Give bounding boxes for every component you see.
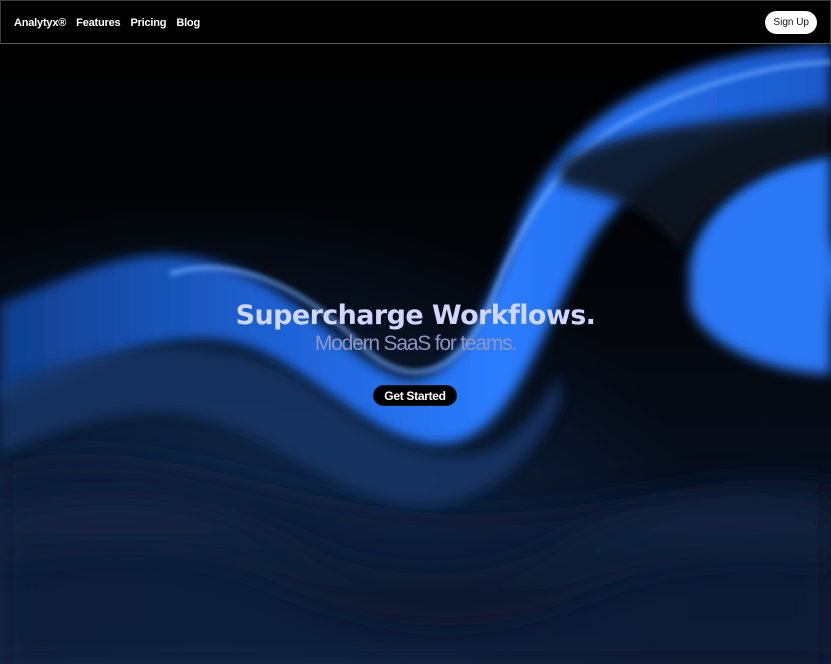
- nav-link-pricing[interactable]: Pricing: [130, 17, 166, 29]
- nav-left-group: Analytyx® Features Pricing Blog: [14, 1, 200, 44]
- top-navbar: Analytyx® Features Pricing Blog Sign Up: [0, 0, 831, 44]
- signup-button[interactable]: Sign Up: [765, 11, 817, 34]
- nav-link-blog[interactable]: Blog: [176, 17, 200, 29]
- nav-link-features[interactable]: Features: [76, 17, 120, 29]
- get-started-button[interactable]: Get Started: [373, 385, 457, 406]
- landing-page: Analytyx® Features Pricing Blog Sign Up: [0, 0, 831, 664]
- brand-logo[interactable]: Analytyx®: [14, 17, 66, 29]
- hero-subtitle: Modern SaaS for teams.: [314, 332, 517, 355]
